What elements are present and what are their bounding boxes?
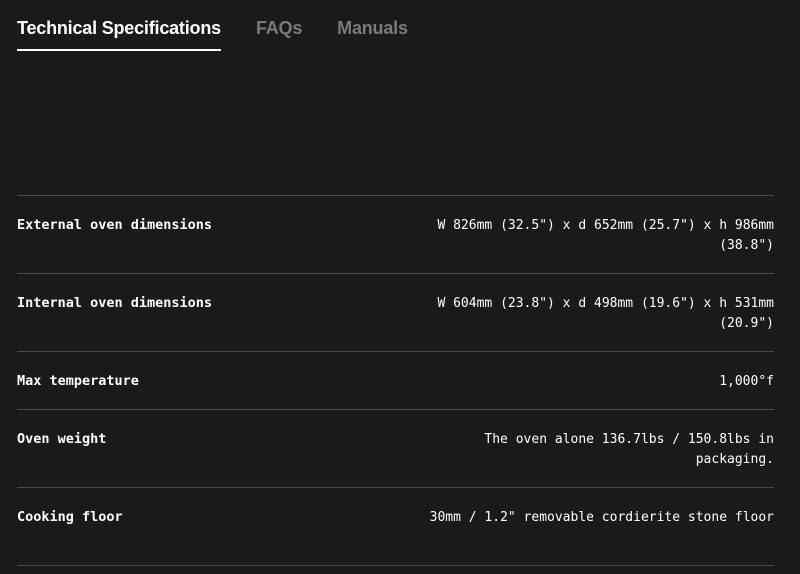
spec-row-cooking-floor: Cooking floor 30mm / 1.2" removable cord… [17, 488, 774, 566]
spec-row-max-temperature: Max temperature 1,000°f [17, 352, 774, 410]
spec-value: W 826mm (32.5") x d 652mm (25.7") x h 98… [437, 218, 774, 253]
spec-value: 30mm / 1.2" removable cordierite stone f… [429, 510, 774, 525]
spec-label: Oven weight [17, 431, 107, 447]
spec-value: W 604mm (23.8") x d 498mm (19.6") x h 53… [437, 296, 774, 331]
spec-label: Cooking floor [17, 509, 123, 525]
spec-value: 1,000°f [719, 374, 774, 389]
specs-table: External oven dimensions W 826mm (32.5")… [17, 195, 774, 566]
tab-manuals[interactable]: Manuals [337, 14, 408, 51]
spec-row-oven-weight: Oven weight The oven alone 136.7lbs / 15… [17, 410, 774, 488]
tab-bar: Technical Specifications FAQs Manuals [17, 14, 443, 51]
tab-technical-specifications[interactable]: Technical Specifications [17, 14, 221, 51]
spec-value: The oven alone 136.7lbs / 150.8lbs in pa… [484, 432, 774, 467]
spec-label: External oven dimensions [17, 217, 213, 233]
spec-label: Max temperature [17, 373, 139, 389]
tab-faqs[interactable]: FAQs [256, 14, 302, 51]
spec-label: Internal oven dimensions [17, 295, 213, 311]
spec-row-internal-dimensions: Internal oven dimensions W 604mm (23.8")… [17, 274, 774, 352]
spec-row-external-dimensions: External oven dimensions W 826mm (32.5")… [17, 196, 774, 274]
